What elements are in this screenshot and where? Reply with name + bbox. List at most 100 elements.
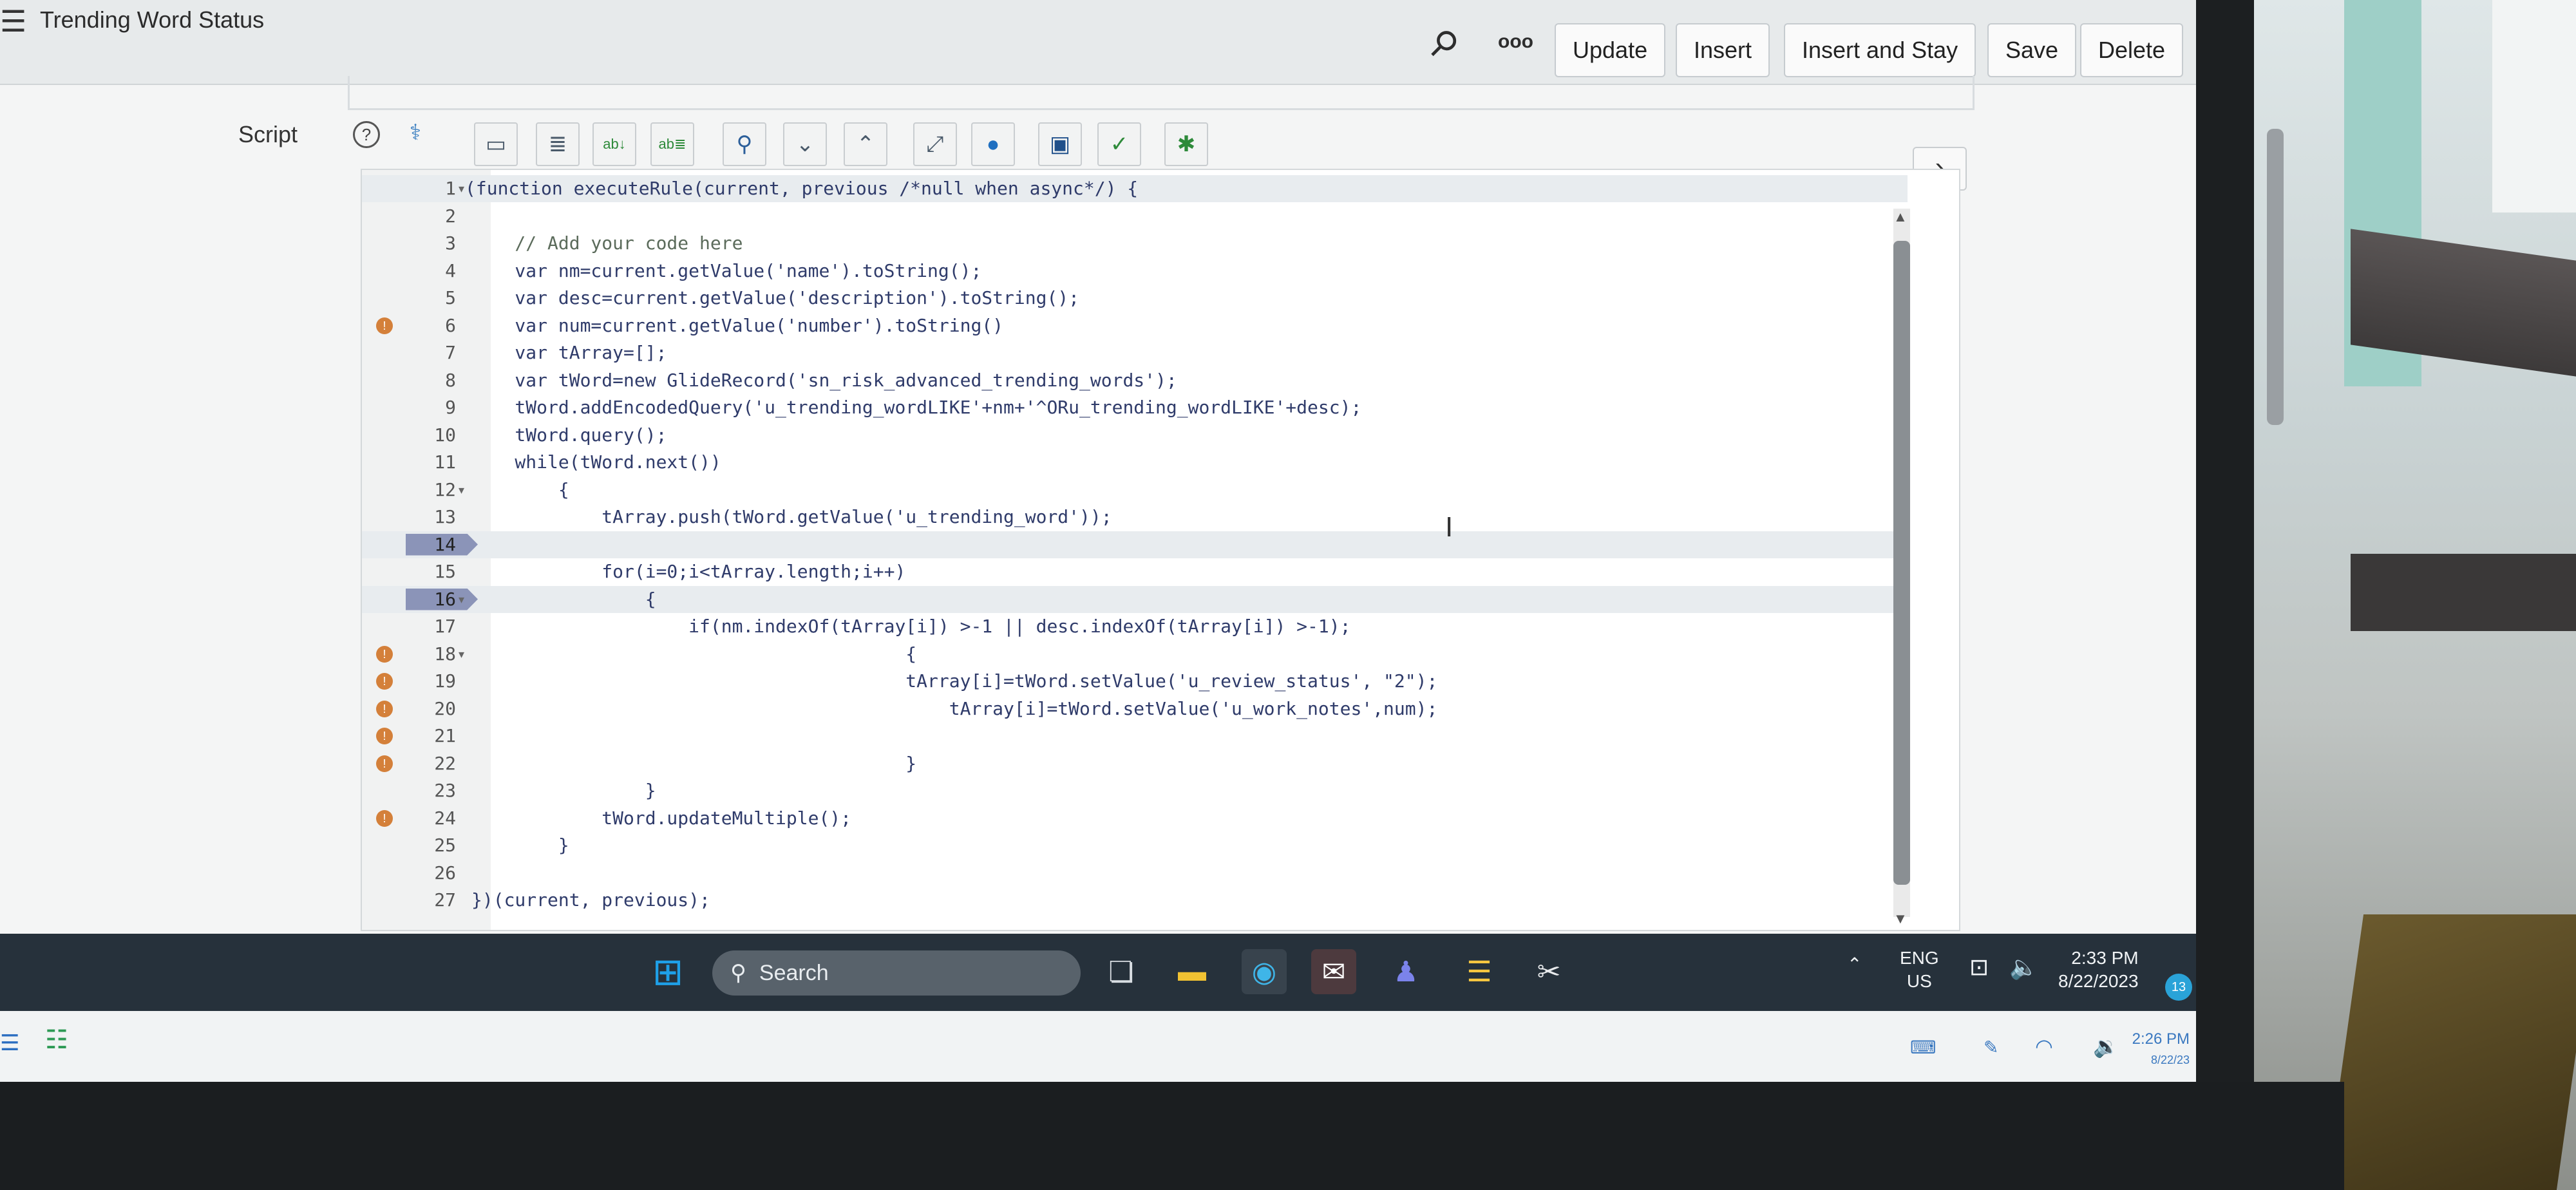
chevron-down-icon[interactable]: ⌄ bbox=[783, 122, 827, 166]
breakpoint-warning-icon[interactable]: ! bbox=[376, 728, 393, 744]
code-line[interactable]: 8 var tWord=new GlideRecord('sn_risk_adv… bbox=[362, 367, 1908, 394]
code-editor[interactable]: 1 ▾ (function executeRule(current, previou… bbox=[361, 169, 1960, 931]
code-line[interactable]: 27})(current, previous); bbox=[362, 887, 1908, 914]
paperclip-icon[interactable]: ⚲ bbox=[1421, 20, 1468, 67]
menu-icon[interactable]: ☰ bbox=[0, 4, 26, 39]
line-number: 6 bbox=[445, 314, 456, 336]
replace-icon[interactable]: ab↓ bbox=[592, 122, 636, 166]
code-line[interactable]: 25 } bbox=[362, 832, 1908, 859]
snipping-tool-icon[interactable]: ✂ bbox=[1526, 949, 1571, 994]
debug-bug-icon[interactable]: ✱ bbox=[1164, 122, 1208, 166]
code-line[interactable]: ! 19 tArray[i]=tWord.setValue('u_review_s… bbox=[362, 668, 1908, 695]
code-line[interactable]: ! 18 ▾ { bbox=[362, 641, 1908, 668]
chevron-up-icon[interactable]: ⌃ bbox=[844, 122, 887, 166]
save-floppy-icon[interactable]: ▣ bbox=[1038, 122, 1082, 166]
secondary-app-icon[interactable]: ☷ bbox=[45, 1025, 68, 1055]
code-line[interactable]: 17 if(nm.indexOf(tArray[i]) >-1 || desc.… bbox=[362, 613, 1908, 640]
volume-icon[interactable]: 🔈 bbox=[2009, 956, 2038, 979]
secondary-taskbar: ☰ ☷ ⌨ ✎ ◠ 🔉 2:26 PM 8/22/23 bbox=[0, 1011, 2196, 1082]
secondary-clock[interactable]: 2:26 PM 8/22/23 bbox=[2125, 1029, 2190, 1070]
fold-arrow-icon[interactable]: ▾ bbox=[459, 477, 464, 504]
code-line[interactable]: ! 24 tWord.updateMultiple(); bbox=[362, 805, 1908, 832]
code-line[interactable]: 12 ▾ { bbox=[362, 477, 1908, 504]
update-button[interactable]: Update bbox=[1555, 23, 1666, 77]
code-line[interactable]: 4 var nm=current.getValue('name').toStri… bbox=[362, 258, 1908, 285]
outlook-icon[interactable]: ✉ bbox=[1311, 949, 1356, 994]
breakpoint-warning-icon[interactable]: ! bbox=[376, 317, 393, 334]
code-line[interactable]: ! 6 var num=current.getValue('number').to… bbox=[362, 312, 1908, 339]
code-line[interactable]: ! 21 bbox=[362, 722, 1908, 750]
edge-browser-icon[interactable]: ◉ bbox=[1242, 949, 1287, 994]
line-number: 1 bbox=[445, 178, 456, 199]
pen-icon[interactable]: ✎ bbox=[1984, 1037, 1998, 1058]
breakpoint-warning-icon[interactable]: ! bbox=[376, 645, 393, 663]
info-circle-icon[interactable]: ● bbox=[971, 122, 1015, 166]
secondary-date: 8/22/23 bbox=[2150, 1053, 2190, 1066]
search-icon[interactable]: ⚲ bbox=[723, 122, 766, 166]
syntax-check-icon[interactable]: ✓ bbox=[1097, 122, 1141, 166]
breakpoint-warning-icon[interactable]: ! bbox=[376, 809, 393, 827]
code-line[interactable]: ! 22 } bbox=[362, 750, 1908, 777]
fold-arrow-icon[interactable]: ▾ bbox=[459, 641, 464, 668]
region-code: US bbox=[1906, 971, 1932, 991]
wifi-icon[interactable]: ◠ bbox=[2035, 1034, 2053, 1059]
code-line[interactable]: 13 tArray.push(tWord.getValue('u_trendin… bbox=[362, 504, 1908, 531]
replace-all-icon[interactable]: ab≣ bbox=[650, 122, 694, 166]
page-scrollbar[interactable] bbox=[2267, 129, 2284, 425]
code-line[interactable]: 3 // Add your code here bbox=[362, 230, 1908, 257]
line-number: 4 bbox=[445, 260, 456, 281]
script-assist-icon[interactable]: ⚕ bbox=[402, 121, 429, 148]
code-line[interactable]: 14 bbox=[362, 531, 1908, 558]
format-code-icon[interactable]: ≣ bbox=[536, 122, 580, 166]
breakpoint-warning-icon[interactable]: ! bbox=[376, 755, 393, 772]
code-line[interactable]: 23 } bbox=[362, 777, 1908, 804]
task-view-icon[interactable]: ❏ bbox=[1099, 949, 1144, 994]
code-line[interactable]: 26 bbox=[362, 860, 1908, 887]
breakpoint-warning-icon[interactable]: ! bbox=[376, 700, 393, 717]
fold-arrow-icon[interactable]: ▾ bbox=[459, 586, 464, 613]
code-line[interactable]: 9 tWord.addEncodedQuery('u_trending_word… bbox=[362, 394, 1908, 421]
code-line[interactable]: 10 tWord.query(); bbox=[362, 422, 1908, 449]
language-indicator[interactable]: ENG US bbox=[1900, 947, 1939, 993]
speaker-icon[interactable]: 🔉 bbox=[2093, 1034, 2119, 1059]
search-icon: ⚲ bbox=[730, 961, 746, 985]
scroll-up-arrow-icon[interactable]: ▲ bbox=[1893, 209, 1908, 225]
tray-chevron-icon[interactable]: ⌃ bbox=[1847, 953, 1862, 976]
notepad-icon[interactable]: ☰ bbox=[1457, 949, 1502, 994]
insert-and-stay-button[interactable]: Insert and Stay bbox=[1784, 23, 1976, 77]
code-line[interactable]: ! 20 tArray[i]=tWord.setValue('u_work_not… bbox=[362, 695, 1908, 722]
text-cursor-icon: I bbox=[1445, 511, 1454, 543]
clock[interactable]: 2:33 PM 8/22/2023 bbox=[2058, 947, 2139, 993]
code-line[interactable]: 15 for(i=0;i<tArray.length;i++) bbox=[362, 558, 1908, 585]
breakpoint-warning-icon[interactable]: ! bbox=[376, 673, 393, 690]
insert-button[interactable]: Insert bbox=[1676, 23, 1770, 77]
file-explorer-icon[interactable]: ▬ bbox=[1170, 949, 1215, 994]
fullscreen-icon[interactable]: ⤢ bbox=[913, 122, 957, 166]
editor-scroll-thumb[interactable] bbox=[1893, 241, 1910, 885]
windows-start-icon[interactable]: ⊞ bbox=[645, 949, 690, 994]
notification-badge[interactable]: 13 bbox=[2165, 974, 2192, 1001]
secondary-menu-icon[interactable]: ☰ bbox=[0, 1030, 19, 1056]
monitor-bezel bbox=[2196, 0, 2254, 1190]
delete-button[interactable]: Delete bbox=[2080, 23, 2184, 77]
save-button[interactable]: Save bbox=[1987, 23, 2077, 77]
code-line[interactable]: 7 var tArray=[]; bbox=[362, 339, 1908, 366]
scroll-down-arrow-icon[interactable]: ▼ bbox=[1893, 911, 1908, 927]
code-line[interactable]: 2 bbox=[362, 203, 1908, 230]
help-icon[interactable]: ? bbox=[353, 121, 380, 148]
fold-arrow-icon[interactable]: ▾ bbox=[459, 175, 464, 202]
code-line[interactable]: 5 var desc=current.getValue('description… bbox=[362, 285, 1908, 312]
network-icon[interactable]: ⊡ bbox=[1969, 956, 1989, 979]
teams-icon[interactable]: ♟ bbox=[1383, 949, 1428, 994]
taskbar-search[interactable]: ⚲ Search bbox=[712, 950, 1081, 996]
code-line[interactable]: 1 ▾ (function executeRule(current, previou… bbox=[362, 175, 1908, 202]
code-text: if(nm.indexOf(tArray[i]) >-1 || desc.ind… bbox=[471, 616, 1351, 637]
comment-icon[interactable]: ▭ bbox=[474, 122, 518, 166]
secondary-time: 2:26 PM bbox=[2132, 1030, 2190, 1048]
more-options-icon[interactable]: ooo bbox=[1498, 31, 1533, 53]
line-number: 17 bbox=[434, 616, 456, 637]
code-line[interactable]: 11 while(tWord.next()) bbox=[362, 449, 1908, 476]
keyboard-icon[interactable]: ⌨ bbox=[1910, 1037, 1936, 1058]
code-line[interactable]: 16 ▾ { bbox=[362, 585, 1908, 613]
line-number: 11 bbox=[434, 451, 456, 473]
